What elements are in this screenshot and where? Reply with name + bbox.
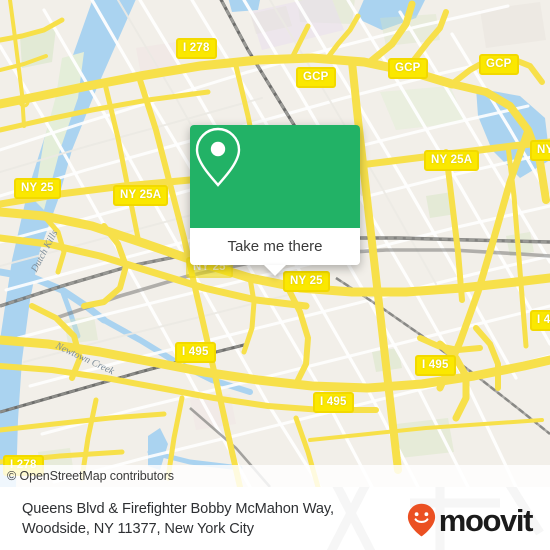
road-shield-i495-right-edge[interactable]: I 49 xyxy=(530,310,550,331)
road-shield-ny25a-right[interactable]: NY 25A xyxy=(424,150,480,171)
take-me-there-button[interactable]: Take me there xyxy=(190,228,360,276)
popup-pin-area xyxy=(190,125,360,228)
map-canvas[interactable]: .rd { stroke:#f7e04a; fill:none; stroke-… xyxy=(0,0,550,487)
road-shield-gcp-3[interactable]: GCP xyxy=(479,54,519,75)
map-screenshot: .rd { stroke:#f7e04a; fill:none; stroke-… xyxy=(0,0,550,550)
location-caption: Queens Blvd & Firefighter Bobby McMahon … xyxy=(22,499,402,539)
road-shield-ny-right-edge[interactable]: NY xyxy=(530,140,550,161)
road-shield-i495-bottom[interactable]: I 495 xyxy=(313,392,354,413)
popup-tail-pointer xyxy=(264,265,286,276)
caption-bar: Queens Blvd & Firefighter Bobby McMahon … xyxy=(0,487,550,550)
road-shield-i495-left[interactable]: I 495 xyxy=(175,342,216,363)
location-pin-icon xyxy=(195,127,241,187)
road-shield-ny25-center[interactable]: NY 25 xyxy=(283,271,330,292)
caption-line-2: Woodside, NY 11377, New York City xyxy=(22,521,254,537)
road-shield-gcp-1[interactable]: GCP xyxy=(296,67,336,88)
road-shield-ny25-left[interactable]: NY 25 xyxy=(14,178,61,199)
road-shield-gcp-2[interactable]: GCP xyxy=(388,58,428,79)
moovit-pin-smile-icon xyxy=(407,503,435,537)
location-popup-card[interactable]: Take me there xyxy=(190,125,360,276)
road-shield-ny25a-left[interactable]: NY 25A xyxy=(113,185,169,206)
moovit-logo[interactable]: moovit xyxy=(407,502,534,538)
take-me-there-label: Take me there xyxy=(227,238,323,255)
caption-line-1: Queens Blvd & Firefighter Bobby McMahon … xyxy=(22,501,334,517)
osm-attribution[interactable]: © OpenStreetMap contributors xyxy=(0,465,550,487)
road-shield-i495-right[interactable]: I 495 xyxy=(415,355,456,376)
moovit-wordmark: moovit xyxy=(438,502,534,538)
road-shield-i278-top[interactable]: I 278 xyxy=(176,38,217,59)
